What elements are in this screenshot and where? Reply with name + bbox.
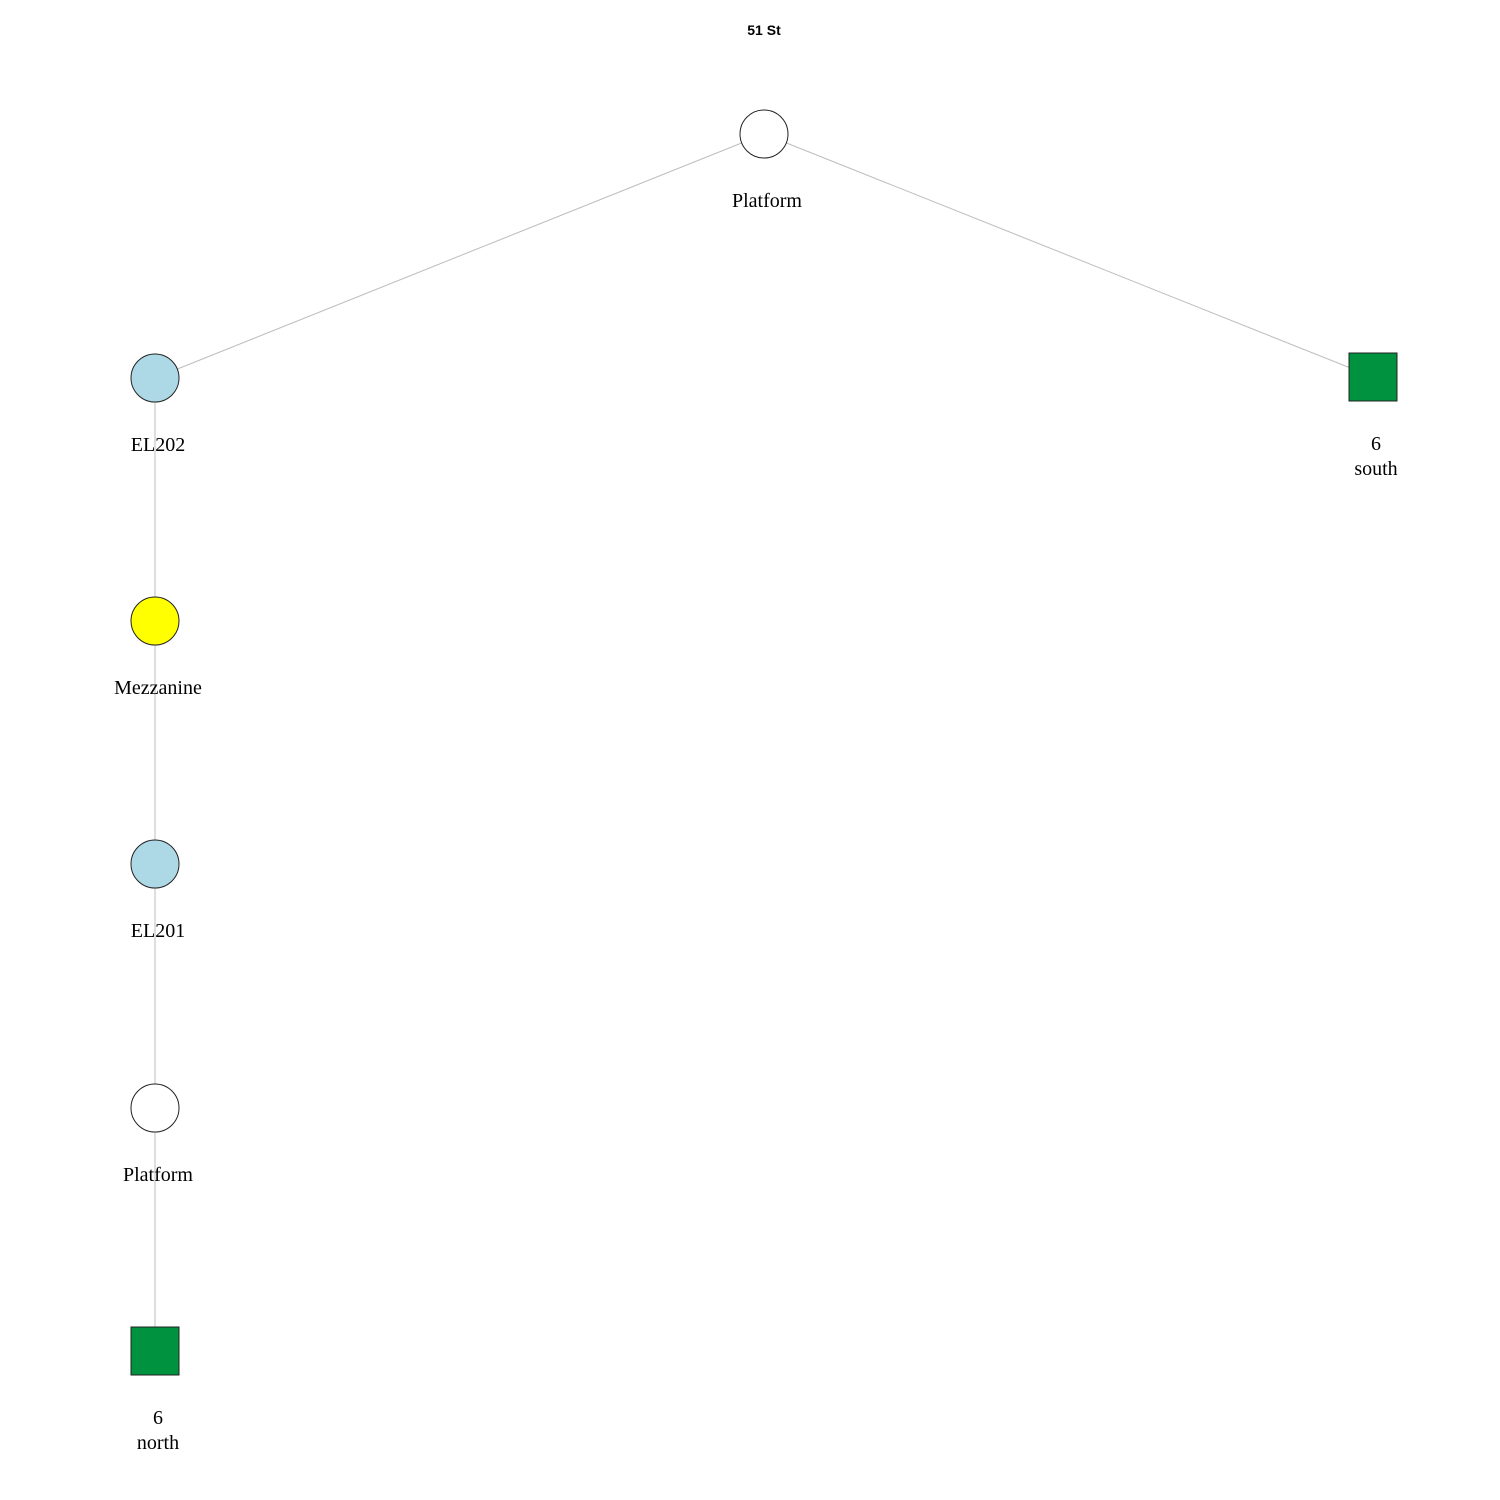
node-el201-circle [130,839,180,889]
node-south-6-square [1348,352,1398,402]
node-el202-circle [130,353,180,403]
node-north-6-square [130,1326,180,1376]
node-north-6: 6 north [130,1326,180,1454]
node-platform-bottom-circle [130,1083,180,1133]
node-south-6-label-0: 6 [1371,433,1381,455]
node-platform-bottom-label-0: Platform [123,1164,193,1186]
edge-platform-top-south-6 [763,133,1374,378]
node-platform-top-circle [739,109,789,159]
node-el201-label-0: EL201 [131,920,185,942]
node-south-6-label-1: south [1354,458,1397,480]
node-platform-bottom: Platform [123,1083,193,1186]
edge-platform-top-el202 [154,133,765,379]
node-mezzanine: Mezzanine [114,596,202,699]
node-el202-label-0: EL202 [131,434,185,456]
node-north-6-label-1: north [137,1432,179,1454]
edges-layer [154,133,1374,1351]
node-el202: EL202 [130,353,185,456]
node-north-6-label-0: 6 [153,1407,163,1429]
diagram-title: 51 St [747,22,781,38]
nodes-layer: Platform EL202 6 south Mezzanine EL201 Platfor… [114,109,1398,1454]
node-el201: EL201 [130,839,185,942]
node-mezzanine-label-0: Mezzanine [114,677,202,699]
node-mezzanine-circle [130,596,180,646]
station-diagram: 51 St PlatformEL202 6southMezzanineEL201P… [114,22,1398,1454]
node-platform-top: Platform [732,109,802,212]
node-south-6: 6 south [1348,352,1398,480]
node-platform-top-label-0: Platform [732,190,802,212]
